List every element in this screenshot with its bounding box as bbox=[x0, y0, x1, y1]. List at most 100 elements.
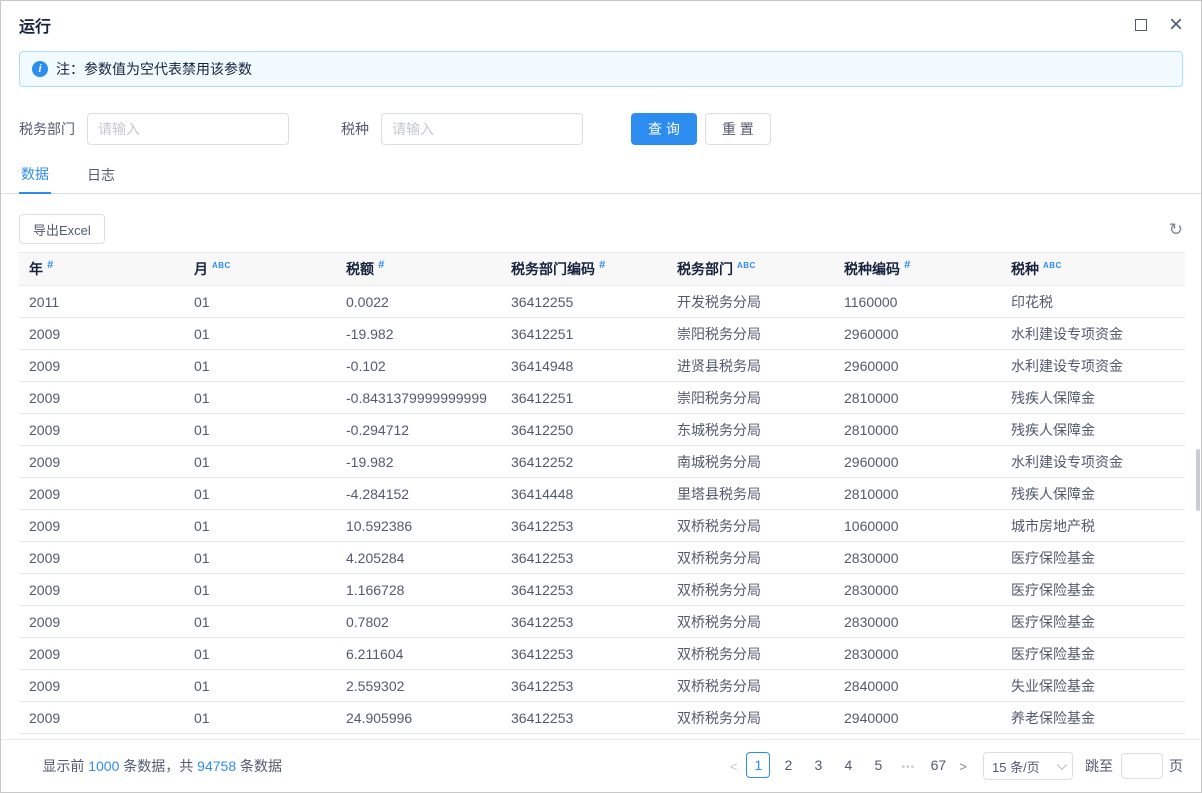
table-cell: 2830000 bbox=[834, 574, 1001, 606]
table-cell: 1160000 bbox=[834, 286, 1001, 318]
table-cell: 01 bbox=[184, 318, 336, 350]
column-label: 月 bbox=[194, 261, 208, 277]
prev-page-button[interactable]: < bbox=[724, 759, 744, 774]
table-row: 2009014.20528436412253双桥税务分局2830000医疗保险基… bbox=[19, 542, 1185, 574]
table-cell: -19.982 bbox=[336, 318, 501, 350]
table-cell: 2810000 bbox=[834, 414, 1001, 446]
table-row: 20090124.90599636412253双桥税务分局2940000养老保险… bbox=[19, 702, 1185, 734]
tax-dept-label: 税务部门 bbox=[19, 119, 75, 139]
table-cell: 东城税务分局 bbox=[667, 414, 834, 446]
page-button-2[interactable]: 2 bbox=[776, 752, 800, 778]
export-excel-button[interactable]: 导出Excel bbox=[19, 214, 105, 244]
table-cell: 0.0022 bbox=[336, 286, 501, 318]
table-cell: 2009 bbox=[19, 382, 184, 414]
scrollbar-thumb[interactable] bbox=[1196, 449, 1200, 511]
tab-data[interactable]: 数据 bbox=[19, 157, 51, 194]
table-cell: 2009 bbox=[19, 414, 184, 446]
table-cell: 双桥税务分局 bbox=[667, 638, 834, 670]
tab-bar: 数据 日志 bbox=[1, 157, 1201, 194]
maximize-icon[interactable] bbox=[1135, 19, 1147, 31]
table-cell: 01 bbox=[184, 286, 336, 318]
table-cell: 2009 bbox=[19, 350, 184, 382]
table-row: 200901-19.98236412251崇阳税务分局2960000水利建设专项… bbox=[19, 318, 1185, 350]
search-button[interactable]: 查 询 bbox=[631, 113, 697, 145]
table-cell: 印花税 bbox=[1001, 286, 1185, 318]
table-cell: 2009 bbox=[19, 510, 184, 542]
tax-type-input[interactable] bbox=[381, 113, 583, 145]
table-cell: 进贤县税务局 bbox=[667, 350, 834, 382]
column-header-5: 税务部门ABC bbox=[667, 253, 834, 286]
column-header-1: 年# bbox=[19, 253, 184, 286]
table-cell: 2960000 bbox=[834, 318, 1001, 350]
table-cell: 双桥税务分局 bbox=[667, 574, 834, 606]
table-cell: 水利建设专项资金 bbox=[1001, 446, 1185, 478]
table-cell: 2810000 bbox=[834, 478, 1001, 510]
tax-type-label: 税种 bbox=[341, 119, 369, 139]
table-cell: 2840000 bbox=[834, 670, 1001, 702]
table-cell: 双桥税务分局 bbox=[667, 542, 834, 574]
table-cell: 36412253 bbox=[501, 638, 667, 670]
table-cell: 0.7802 bbox=[336, 606, 501, 638]
page-ellipsis[interactable]: ••• bbox=[896, 754, 920, 780]
table-cell: 2009 bbox=[19, 574, 184, 606]
next-page-button[interactable]: > bbox=[953, 759, 973, 774]
table-cell: 养老保险基金 bbox=[1001, 702, 1185, 734]
table-row: 2009011.16672836412253双桥税务分局2830000医疗保险基… bbox=[19, 574, 1185, 606]
close-icon[interactable]: × bbox=[1169, 17, 1183, 33]
refresh-icon[interactable]: ↻ bbox=[1169, 221, 1183, 238]
column-header-3: 税额# bbox=[336, 253, 501, 286]
window-controls: × bbox=[1135, 17, 1183, 33]
table-cell: -0.8431379999999999 bbox=[336, 382, 501, 414]
table-row: 2009010.780236412253双桥税务分局2830000医疗保险基金 bbox=[19, 606, 1185, 638]
table-cell: 双桥税务分局 bbox=[667, 702, 834, 734]
table-row: 200901-4.28415236414448里塔县税务局2810000残疾人保… bbox=[19, 478, 1185, 510]
column-header-4: 税务部门编码# bbox=[501, 253, 667, 286]
table-cell: 2960000 bbox=[834, 446, 1001, 478]
column-label: 年 bbox=[29, 261, 43, 277]
page-button-1[interactable]: 1 bbox=[746, 752, 770, 778]
table-cell: 36414948 bbox=[501, 350, 667, 382]
table-cell: 2009 bbox=[19, 638, 184, 670]
tax-dept-input[interactable] bbox=[87, 113, 289, 145]
jump-page-input[interactable] bbox=[1121, 753, 1163, 779]
tab-log[interactable]: 日志 bbox=[85, 158, 117, 193]
table-row: 20090110.59238636412253双桥税务分局1060000城市房地… bbox=[19, 510, 1185, 542]
table-cell: 24.905996 bbox=[336, 702, 501, 734]
column-label: 税额 bbox=[346, 261, 374, 277]
table-cell: 残疾人保障金 bbox=[1001, 478, 1185, 510]
table-cell: 36412250 bbox=[501, 414, 667, 446]
table-cell: 开发税务分局 bbox=[667, 286, 834, 318]
table-cell: 2.559302 bbox=[336, 670, 501, 702]
table-header-row: 年#月ABC税额#税务部门编码#税务部门ABC税种编码#税种ABC bbox=[19, 253, 1185, 286]
table-cell: 36412253 bbox=[501, 670, 667, 702]
string-type-icon: ABC bbox=[1043, 261, 1062, 270]
string-type-icon: ABC bbox=[212, 261, 231, 270]
table-row: 200901-0.843137999999999936412251崇阳税务分局2… bbox=[19, 382, 1185, 414]
reset-button[interactable]: 重 置 bbox=[705, 113, 771, 145]
column-header-6: 税种编码# bbox=[834, 253, 1001, 286]
table-cell: 2830000 bbox=[834, 542, 1001, 574]
table-cell: 01 bbox=[184, 382, 336, 414]
table-cell: 水利建设专项资金 bbox=[1001, 318, 1185, 350]
table-cell: 36412252 bbox=[501, 446, 667, 478]
table-cell: 双桥税务分局 bbox=[667, 670, 834, 702]
table-footer: 显示前 1000 条数据，共 94758 条数据 < 12345•••67 > … bbox=[1, 739, 1201, 792]
page-button-67[interactable]: 67 bbox=[926, 752, 950, 778]
table-row: 200901-0.10236414948进贤县税务局2960000水利建设专项资… bbox=[19, 350, 1185, 382]
column-label: 税务部门 bbox=[677, 261, 733, 277]
dialog-title: 运行 bbox=[19, 13, 51, 37]
page-size-select[interactable]: 15 条/页 bbox=[983, 752, 1073, 780]
page-button-4[interactable]: 4 bbox=[836, 752, 860, 778]
table-cell: 36412253 bbox=[501, 702, 667, 734]
page-button-5[interactable]: 5 bbox=[866, 752, 890, 778]
table-cell: 2830000 bbox=[834, 606, 1001, 638]
total-count: 94758 bbox=[197, 758, 236, 774]
table-cell: 双桥税务分局 bbox=[667, 606, 834, 638]
table-cell: 36412251 bbox=[501, 318, 667, 350]
table-cell: 36412255 bbox=[501, 286, 667, 318]
page-button-3[interactable]: 3 bbox=[806, 752, 830, 778]
table-cell: 残疾人保障金 bbox=[1001, 382, 1185, 414]
page-size-value: 15 条/页 bbox=[992, 757, 1040, 776]
table-row: 2009016.21160436412253双桥税务分局2830000医疗保险基… bbox=[19, 638, 1185, 670]
table-cell: 01 bbox=[184, 606, 336, 638]
